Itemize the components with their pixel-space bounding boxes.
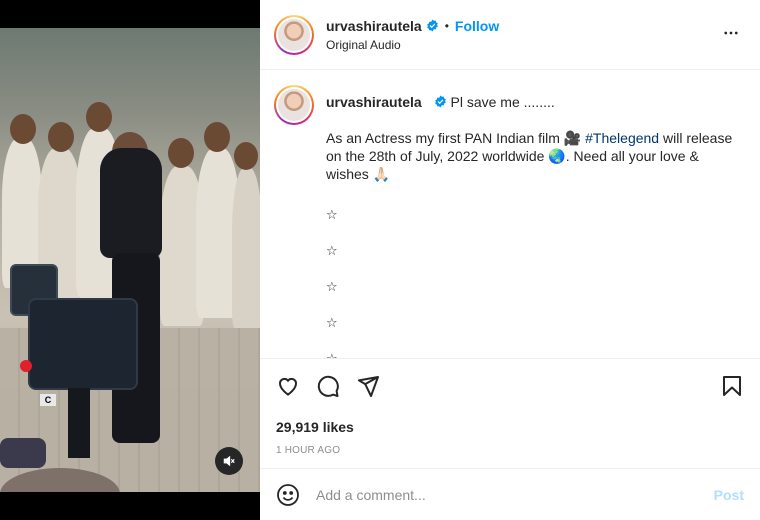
hashtag-link[interactable]: #Thelegend: [585, 130, 659, 146]
film-camera: C: [10, 264, 150, 458]
audio-label[interactable]: Original Audio: [326, 38, 499, 52]
separator-dot: •: [444, 18, 449, 33]
caption-star: ☆: [326, 315, 338, 330]
caption-area: urvashirautela Pl save me ........ As an…: [260, 71, 760, 358]
action-section: 29,919 likes 1 HOUR AGO: [260, 358, 760, 456]
video-frame[interactable]: C: [0, 28, 260, 492]
post-timestamp[interactable]: 1 HOUR AGO: [276, 445, 744, 456]
share-icon[interactable]: [356, 374, 380, 398]
heart-icon[interactable]: [276, 374, 300, 398]
emoji-icon[interactable]: [276, 483, 300, 507]
caption-avatar[interactable]: [274, 85, 314, 125]
mute-button[interactable]: [215, 447, 243, 475]
post-header: urvashirautela • Follow Original Audio: [260, 0, 760, 70]
actress-figure: [100, 148, 162, 258]
comment-bar: Post: [260, 468, 760, 520]
caption-star: ☆: [326, 207, 338, 222]
caption-star: ☆: [326, 349, 736, 358]
header-username[interactable]: urvashirautela: [326, 18, 422, 34]
verified-badge-icon: [434, 95, 446, 108]
caption-body-1: As an Actress my first PAN Indian film 🎥: [326, 130, 586, 146]
bookmark-icon[interactable]: [720, 374, 744, 398]
caption-username[interactable]: urvashirautela: [326, 94, 422, 110]
post-panel: urvashirautela • Follow Original Audio u…: [260, 0, 760, 520]
more-options-icon[interactable]: [722, 24, 740, 42]
likes-count[interactable]: 29,919 likes: [276, 419, 744, 435]
foreground-hand: [0, 438, 46, 468]
muted-speaker-icon: [223, 455, 235, 467]
caption-text: urvashirautela Pl save me ........ As an…: [326, 85, 736, 358]
comment-input[interactable]: [316, 486, 714, 503]
post-media[interactable]: C: [0, 0, 260, 520]
caption-star: ☆: [326, 279, 338, 294]
post-button[interactable]: Post: [714, 487, 744, 503]
caption-star: ☆: [326, 243, 338, 258]
follow-button[interactable]: Follow: [455, 18, 499, 34]
avatar[interactable]: [274, 14, 314, 55]
comment-icon[interactable]: [316, 374, 340, 398]
caption-first-line: Pl save me ........: [450, 94, 555, 110]
verified-badge-icon: [426, 19, 438, 32]
